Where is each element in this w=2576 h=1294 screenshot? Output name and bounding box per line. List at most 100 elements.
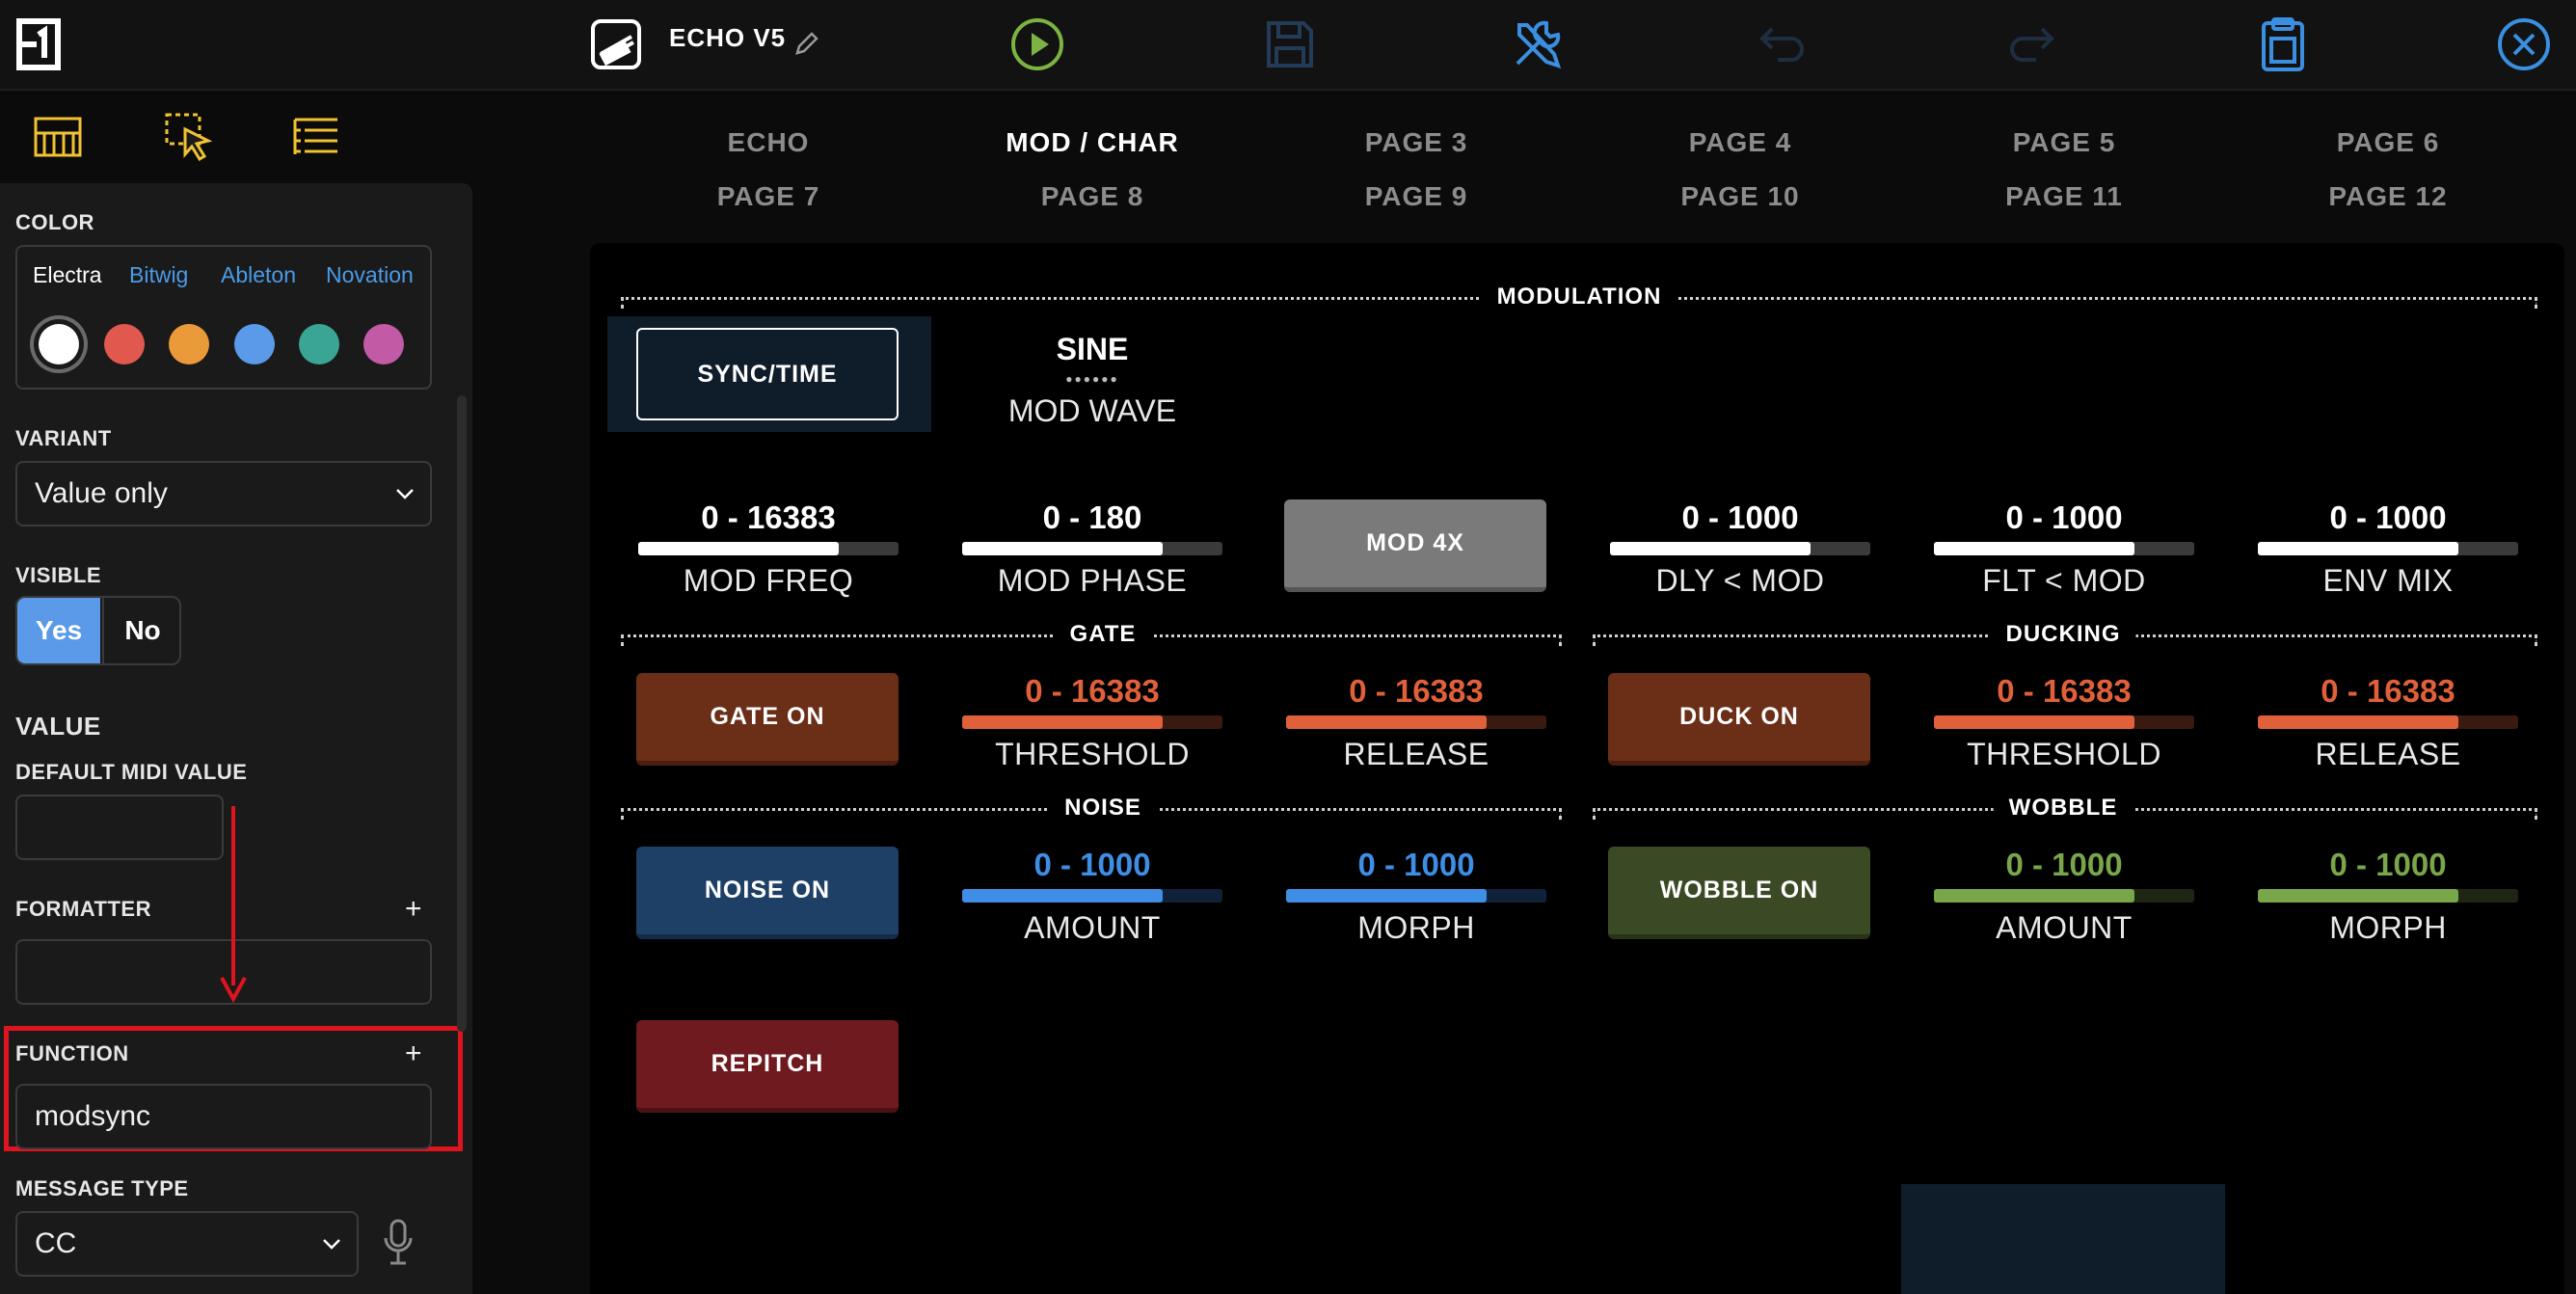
repitch-button[interactable]: REPITCH [636, 1020, 899, 1113]
page-tab-page-11[interactable]: PAGE 11 [1958, 181, 2170, 212]
fader-fill [1610, 542, 1811, 555]
play-icon[interactable] [1003, 10, 1072, 79]
fader-wobble-morph[interactable]: 0 - 1000 MORPH [2256, 847, 2520, 972]
fader-fill [962, 542, 1163, 555]
fader-label: AMOUNT [1996, 910, 2133, 945]
message-type-select[interactable]: CC [15, 1211, 359, 1277]
preset-icon[interactable] [581, 10, 651, 79]
visible-no-button[interactable]: No [102, 598, 179, 663]
palette-tab-bitwig[interactable]: Bitwig [129, 262, 188, 288]
close-icon[interactable] [2489, 10, 2559, 79]
page-tab-page-3[interactable]: PAGE 3 [1310, 127, 1522, 158]
function-input[interactable]: modsync [15, 1084, 432, 1149]
fader-fill [2258, 542, 2458, 555]
fader-label: DLY < MOD [1655, 563, 1825, 598]
variant-select[interactable]: Value only [15, 461, 432, 526]
fader-fill [1934, 542, 2134, 555]
function-add-button[interactable]: + [405, 1038, 422, 1070]
page-tab-page-10[interactable]: PAGE 10 [1634, 181, 1846, 212]
page-tab-echo[interactable]: ECHO [662, 127, 874, 158]
annotation-arrow-icon [220, 806, 247, 1004]
page-tab-page-7[interactable]: PAGE 7 [662, 181, 874, 212]
preset-name[interactable]: ECHO V5 [669, 23, 786, 53]
fader-dly-mod[interactable]: 0 - 1000 DLY < MOD [1608, 499, 1872, 625]
fader-noise-amount[interactable]: 0 - 1000 AMOUNT [960, 847, 1224, 972]
fader-duck-release[interactable]: 0 - 16383 RELEASE [2256, 673, 2520, 798]
fader-label: THRESHOLD [1967, 737, 2161, 771]
palette-tab-novation[interactable]: Novation [326, 262, 414, 288]
color-swatch-blue[interactable] [234, 324, 275, 364]
clipboard-icon[interactable] [2248, 10, 2318, 79]
color-swatch-purple[interactable] [363, 324, 404, 364]
fader-fill [1934, 715, 2134, 729]
duck-on-button[interactable]: DUCK ON [1608, 673, 1870, 766]
chevron-down-icon [396, 489, 414, 499]
group-label-ducking: DUCKING [1990, 621, 2136, 648]
fader-wobble-amount[interactable]: 0 - 1000 AMOUNT [1932, 847, 2196, 972]
color-swatch-orange[interactable] [169, 324, 209, 364]
palette-tab-electra[interactable]: Electra [33, 262, 102, 288]
select-cursor-icon[interactable] [160, 108, 218, 166]
fader-range: 0 - 1000 [1033, 847, 1151, 882]
microphone-icon[interactable] [382, 1217, 415, 1272]
fader-track [1934, 542, 2194, 555]
sync-time-button[interactable]: SYNC/TIME [636, 328, 899, 420]
electra-logo-icon[interactable] [4, 10, 73, 79]
fader-flt-mod[interactable]: 0 - 1000 FLT < MOD [1932, 499, 2196, 625]
pencil-icon[interactable] [771, 10, 841, 79]
color-swatch-teal[interactable] [299, 324, 339, 364]
mod-wave-label[interactable]: MOD WAVE [960, 393, 1224, 429]
fader-range: 0 - 1000 [2005, 847, 2123, 882]
fader-fill [1286, 889, 1487, 903]
fader-env-mix[interactable]: 0 - 1000 ENV MIX [2256, 499, 2520, 625]
mod-wave-value: SINE [1056, 332, 1129, 366]
controller-panel: MODULATION SYNC/TIME SINE ●●●●●● MOD WAV… [590, 243, 2564, 1294]
fader-fill [638, 542, 839, 555]
color-swatch-red[interactable] [104, 324, 145, 364]
gate-on-button[interactable]: GATE ON [636, 673, 899, 766]
fader-fill [2258, 715, 2458, 729]
color-swatch-white[interactable] [39, 324, 79, 364]
fader-fill [962, 715, 1163, 729]
list-icon[interactable] [287, 108, 345, 166]
visible-yes-button[interactable]: Yes [17, 598, 100, 663]
fader-range: 0 - 1000 [2005, 499, 2123, 535]
tools-icon[interactable] [1502, 10, 1571, 79]
page-tab-page-4[interactable]: PAGE 4 [1634, 127, 1846, 158]
fader-mod-phase[interactable]: 0 - 180 MOD PHASE [960, 499, 1224, 625]
group-label-modulation: MODULATION [1481, 283, 1677, 310]
fader-gate-release[interactable]: 0 - 16383 RELEASE [1284, 673, 1548, 798]
group-noise: NOISE [621, 795, 1562, 822]
page-tab-page-5[interactable]: PAGE 5 [1958, 127, 2170, 158]
empty-slot-highlight[interactable] [1901, 1184, 2225, 1294]
fader-track [962, 542, 1222, 555]
default-midi-input[interactable] [15, 795, 224, 860]
sidebar-scrollbar[interactable] [457, 395, 467, 1032]
visible-label: VISIBLE [15, 563, 102, 587]
save-icon[interactable] [1255, 10, 1325, 79]
page-tab-page-8[interactable]: PAGE 8 [986, 181, 1198, 212]
fader-noise-morph[interactable]: 0 - 1000 MORPH [1284, 847, 1548, 972]
fader-gate-threshold[interactable]: 0 - 16383 THRESHOLD [960, 673, 1224, 798]
palette-tab-ableton[interactable]: Ableton [221, 262, 296, 288]
function-label: FUNCTION [15, 1041, 129, 1065]
fader-range: 0 - 16383 [2321, 673, 2455, 709]
page-tab-page-9[interactable]: PAGE 9 [1310, 181, 1522, 212]
redo-icon[interactable] [1998, 10, 2067, 79]
page-tab-mod-char[interactable]: MOD / CHAR [986, 127, 1198, 158]
fader-label: THRESHOLD [995, 737, 1190, 771]
fader-mod-freq[interactable]: 0 - 16383 MOD FREQ [636, 499, 900, 625]
mod-4x-button[interactable]: MOD 4X [1284, 499, 1546, 592]
page-tab-page-12[interactable]: PAGE 12 [2282, 181, 2494, 212]
noise-on-button[interactable]: NOISE ON [636, 847, 899, 939]
variant-value: Value only [35, 477, 168, 509]
formatter-add-button[interactable]: + [405, 893, 422, 926]
fader-range: 0 - 1000 [1681, 499, 1799, 535]
undo-icon[interactable] [1747, 10, 1816, 79]
fader-track [2258, 715, 2518, 729]
page-tab-page-6[interactable]: PAGE 6 [2282, 127, 2494, 158]
fader-fill [2258, 889, 2458, 903]
fader-duck-threshold[interactable]: 0 - 16383 THRESHOLD [1932, 673, 2196, 798]
keyboard-icon[interactable] [29, 108, 87, 166]
wobble-on-button[interactable]: WOBBLE ON [1608, 847, 1870, 939]
